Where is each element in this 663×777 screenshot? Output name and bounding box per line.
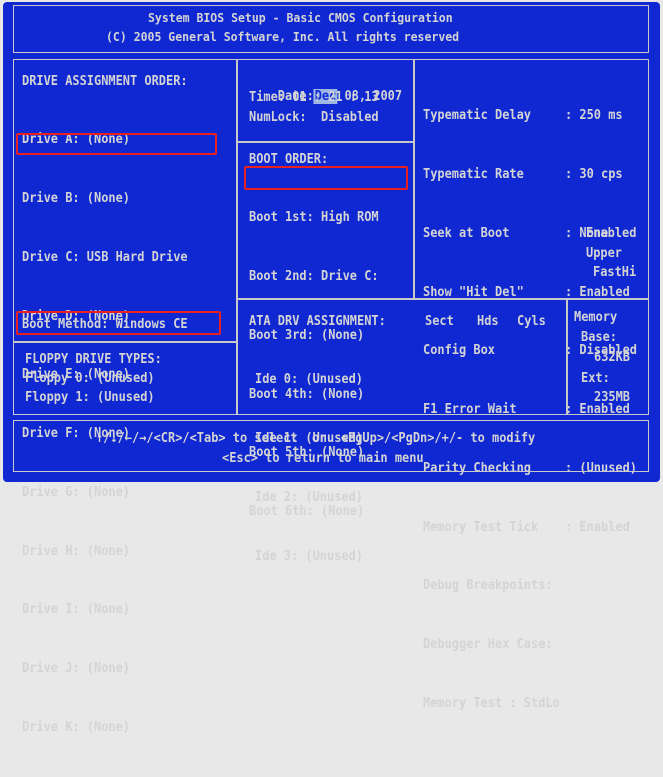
memory-test-tick-value[interactable]: : Enabled [565,518,637,538]
drive-item-g[interactable]: Drive G: (None) [22,483,188,503]
drive-item-c[interactable]: Drive C: USB Hard Drive [22,248,188,268]
ata-col-hds: Hds [477,314,499,329]
typematic-delay-label: Typematic Delay [423,108,532,124]
boot-method-highlight [16,311,221,335]
memory-base-value: 632KB [594,350,631,365]
numlock-field[interactable]: NumLock: Disabled [249,108,379,128]
drive-item-b[interactable]: Drive B: (None) [22,189,188,209]
ide-2[interactable]: Ide 2: (Unused) [255,488,363,508]
footer-help-navigation: ↑/↓/←/→/<CR>/<Tab> to select or <PgUp>/<… [96,431,536,446]
ata-title: ATA DRV ASSIGNMENT: [249,314,386,329]
header-copyright: (C) 2005 General Software, Inc. All righ… [106,29,460,44]
footer-help-escape: <Esc> to return to main menu [222,451,424,466]
memory-base-label: Base: [581,330,618,345]
drive-item-h[interactable]: Drive H: (None) [22,542,188,562]
ide-0[interactable]: Ide 0: (Unused) [255,370,363,390]
floppy-0[interactable]: Floppy 0: (Unused) [25,369,155,389]
seek-at-boot-label: Seek at Boot [423,225,510,241]
floppy-title: FLOPPY DRIVE TYPES: [25,352,162,367]
drive-item-i[interactable]: Drive I: (None) [22,600,188,620]
ata-col-sect: Sect [425,314,454,329]
memory-test-tick-label: Memory Test Tick [423,519,539,535]
debug-breakpoints-label: Debug Breakpoints: [423,578,553,594]
drive-item-j[interactable]: Drive J: (None) [22,659,188,679]
boot-2nd[interactable]: Boot 2nd: Drive C: [249,267,379,287]
typematic-delay-value[interactable]: : 250 ms [565,106,637,126]
boot-1st-highlight [244,166,408,190]
ata-col-cyls: Cyls [517,314,546,329]
memory-ext-value: 235MB [594,390,631,405]
debugger-hex-case-value[interactable]: Upper [586,244,622,264]
memory-ext-label: Ext: [581,371,610,386]
typematic-rate-label: Typematic Rate [423,166,524,182]
memory-test-value[interactable]: FastHi [593,263,636,283]
drive-assignment-title: DRIVE ASSIGNMENT ORDER: [22,74,188,89]
boot-1st[interactable]: Boot 1st: High ROM [249,208,379,228]
floppy-1[interactable]: Floppy 1: (Unused) [25,388,155,408]
header-title: System BIOS Setup - Basic CMOS Configura… [148,10,453,25]
memory-title: Memory [574,310,618,325]
debug-breakpoints-value[interactable]: Enabled [586,224,636,244]
drive-c-highlight [16,133,217,155]
ide-3[interactable]: Ide 3: (Unused) [255,547,363,567]
bios-screen: System BIOS Setup - Basic CMOS Configura… [3,2,660,735]
time-field[interactable]: Time: 01 : 21 : 13 [249,88,379,108]
drive-item-k[interactable]: Drive K: (None) [22,718,188,738]
typematic-rate-value[interactable]: : 30 cps [565,165,637,185]
memory-test-label: Memory Test : StdLo [423,696,560,711]
debugger-hex-case-label: Debugger Hex Case: [423,637,553,653]
